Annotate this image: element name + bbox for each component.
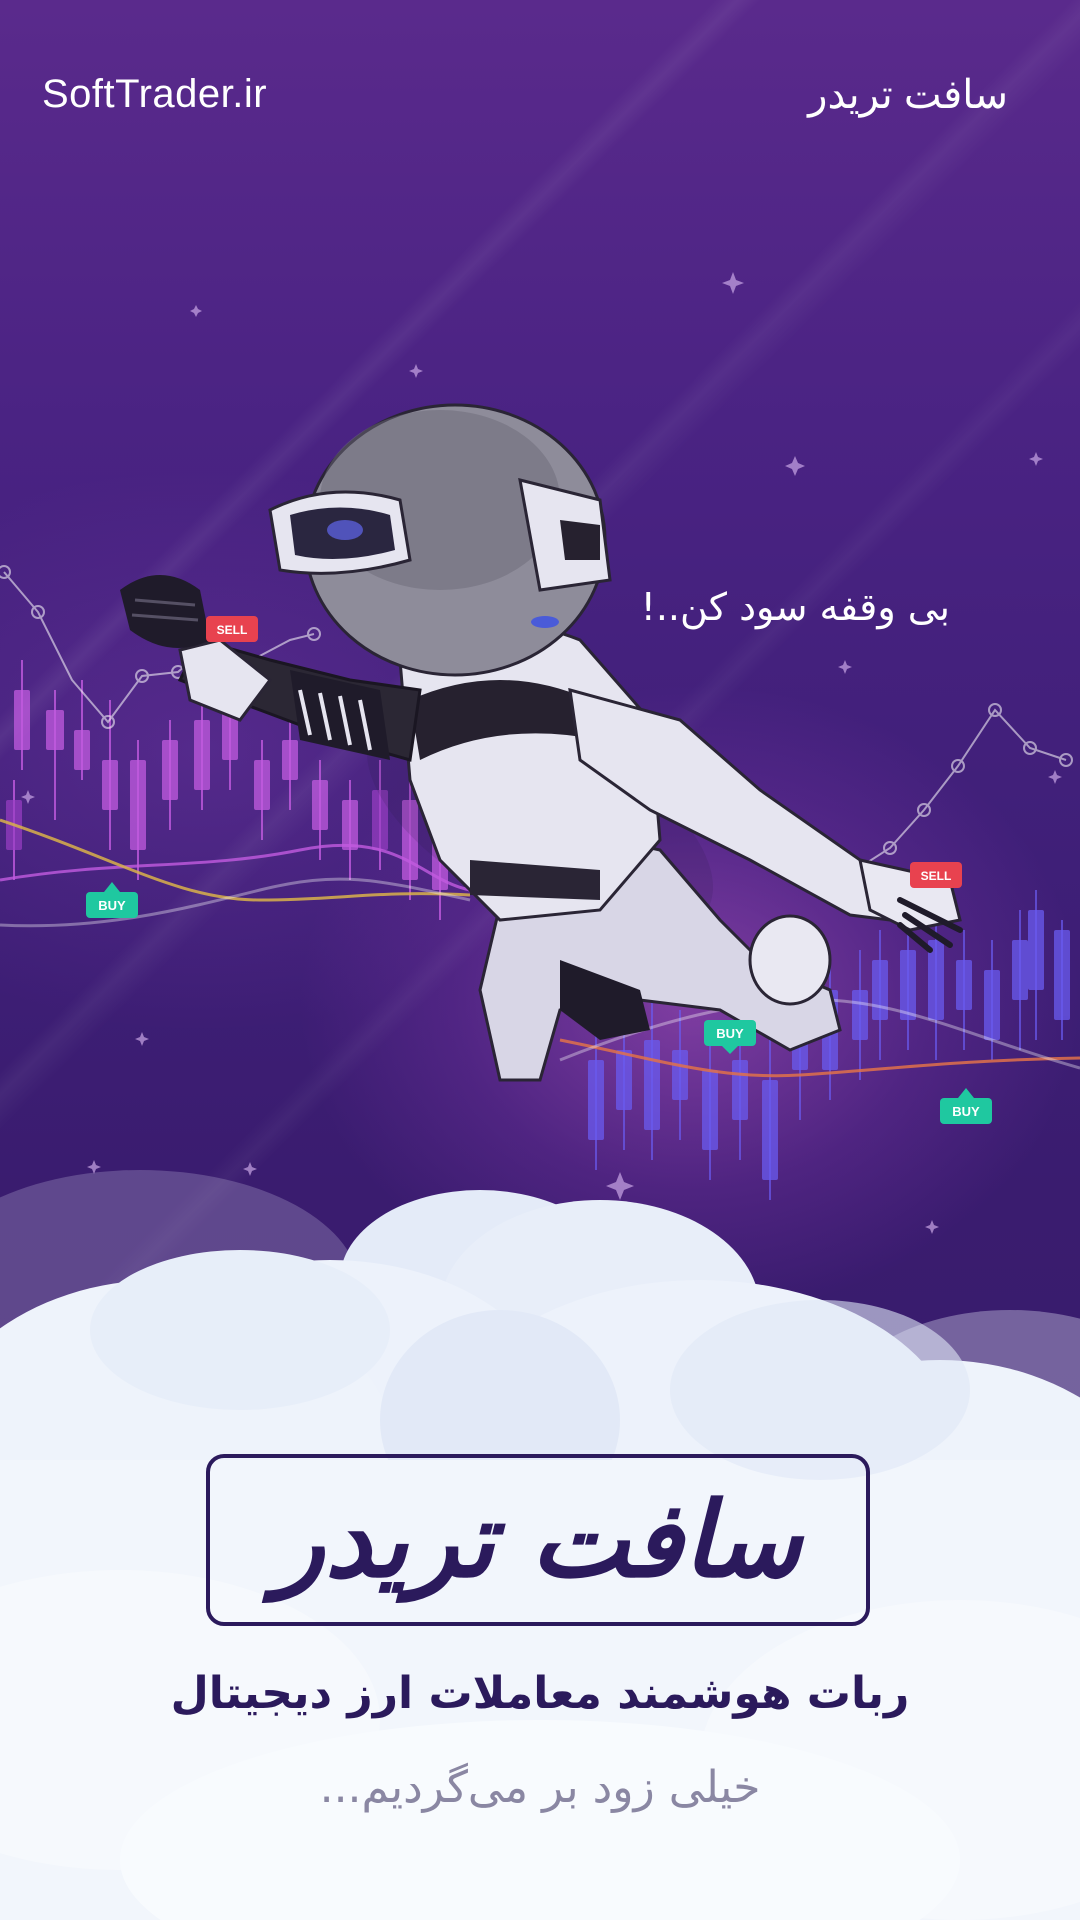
sell-signal-badge: SELL — [206, 616, 258, 642]
buy-signal-label: BUY — [98, 898, 126, 913]
buy-signal-badge: BUY — [940, 1088, 992, 1124]
line-chart-right — [839, 703, 1073, 881]
sell-signal-label: SELL — [217, 623, 248, 637]
hero-tagline: بی وقفه سود کن..! — [640, 585, 950, 629]
buy-signal-badge: BUY — [704, 1020, 756, 1054]
sell-signal-badge: SELL — [910, 862, 962, 888]
product-subtitle: ربات هوشمند معاملات ارز دیجیتال — [170, 1668, 910, 1719]
coming-soon-text: خیلی زود بر می‌گردیم... — [319, 1762, 761, 1813]
flying-robot-illustration — [120, 403, 963, 1082]
hero-scene: BUY BUY BUY SELL SELL — [0, 272, 1080, 1920]
buy-signal-label: BUY — [952, 1104, 980, 1119]
sell-signal-label: SELL — [921, 869, 952, 883]
brand-title: سافت تریدر — [274, 1479, 802, 1601]
buy-signal-badge: BUY — [86, 882, 138, 918]
brand-title-box: سافت تریدر — [206, 1454, 870, 1626]
site-domain: SoftTrader.ir — [42, 72, 268, 116]
brand-short-name: سافت تریدر — [808, 73, 1008, 117]
buy-signal-label: BUY — [716, 1026, 744, 1041]
